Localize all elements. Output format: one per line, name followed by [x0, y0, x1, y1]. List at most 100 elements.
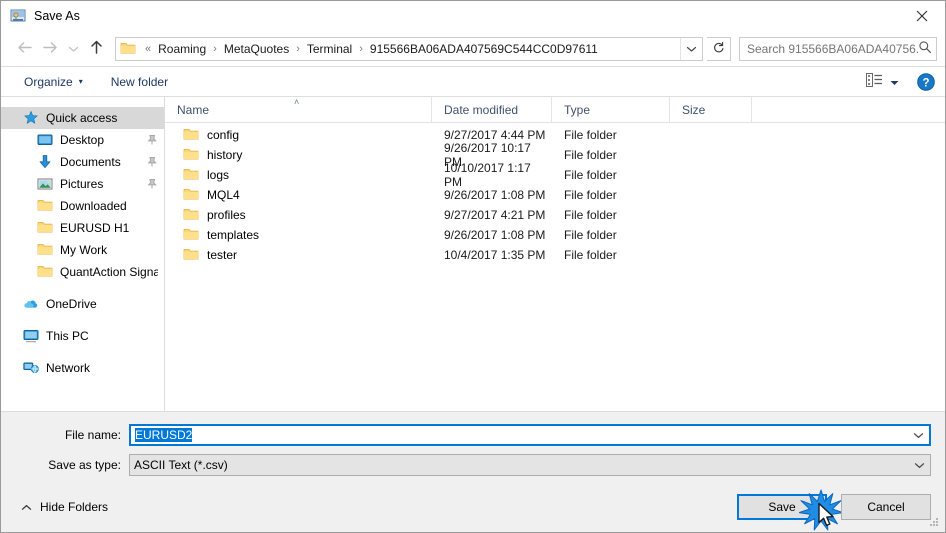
save-as-type-dropdown-button[interactable] — [908, 455, 930, 475]
sidebar-item-network[interactable]: Network — [1, 357, 164, 379]
folder-icon — [183, 187, 199, 203]
documents-icon — [37, 154, 53, 170]
hide-folders-button[interactable]: Hide Folders — [15, 500, 108, 514]
title-bar: Save As — [1, 1, 945, 31]
breadcrumb-segment-roaming[interactable]: Roaming — [156, 40, 208, 58]
file-type-cell: File folder — [564, 128, 617, 142]
sidebar-item-downloaded[interactable]: Downloaded — [1, 195, 164, 217]
file-name-cell: profiles — [165, 207, 432, 223]
file-type-cell: File folder — [564, 248, 617, 262]
folder-icon — [183, 147, 199, 163]
sidebar-item-desktop[interactable]: Desktop — [1, 129, 164, 151]
chevron-down-icon: ▾ — [78, 77, 83, 86]
forward-button[interactable] — [37, 36, 63, 62]
file-name-cell: history — [165, 147, 432, 163]
folder-icon — [37, 220, 53, 236]
change-view-button[interactable] — [862, 70, 903, 93]
help-button[interactable]: ? — [917, 72, 935, 94]
breadcrumb-segment-guid[interactable]: 915566BA06ADA407569C544CC0D97611 — [368, 40, 600, 58]
breadcrumb-dropdown-button[interactable] — [680, 37, 702, 60]
column-header-name[interactable]: ˄ Name — [165, 96, 432, 123]
column-header-size[interactable]: Size — [670, 96, 752, 123]
file-name-cell: templates — [165, 227, 432, 243]
cancel-button[interactable]: Cancel — [841, 494, 931, 520]
chevron-down-icon — [68, 42, 79, 56]
breadcrumb-prefix: « — [145, 42, 152, 55]
column-header-type[interactable]: Type — [552, 96, 670, 123]
file-name-combobox[interactable]: EURUSD2 — [129, 424, 931, 446]
sidebar-item-onedrive[interactable]: OneDrive — [1, 293, 164, 315]
breadcrumb-segment-terminal[interactable]: Terminal — [305, 40, 354, 58]
file-date-cell: 9/27/2017 4:44 PM — [444, 128, 546, 142]
table-row[interactable]: config 9/27/2017 4:44 PM File folder — [165, 125, 945, 145]
file-name-label: templates — [207, 228, 260, 242]
mouse-pointer-icon — [817, 502, 837, 530]
file-type-cell: File folder — [564, 148, 617, 162]
file-name-value-wrap: EURUSD2 — [135, 428, 907, 442]
nav-group-gap — [1, 315, 164, 325]
onedrive-icon — [23, 296, 39, 312]
file-name-label: config — [207, 128, 240, 142]
close-button[interactable] — [899, 1, 945, 31]
save-button[interactable]: Save — [737, 489, 844, 531]
pin-icon[interactable] — [146, 156, 158, 168]
search-box[interactable] — [739, 36, 937, 61]
search-input[interactable] — [747, 41, 918, 56]
main-area: Quick access Desktop Documents Pictures … — [1, 96, 945, 411]
table-row[interactable]: tester 10/4/2017 1:35 PM File folder — [165, 245, 945, 265]
file-name-cell: logs — [165, 167, 432, 183]
back-button[interactable] — [11, 36, 37, 62]
folder-icon — [183, 127, 199, 143]
sidebar-item-quick-access[interactable]: Quick access — [1, 107, 164, 129]
folder-icon — [183, 227, 199, 243]
file-name-input[interactable]: EURUSD2 — [135, 428, 193, 442]
new-folder-label: New folder — [110, 74, 169, 89]
sidebar-item-eurusd-h1[interactable]: EURUSD H1 — [1, 217, 164, 239]
table-row[interactable]: MQL4 9/26/2017 1:08 PM File folder — [165, 185, 945, 205]
table-row[interactable]: templates 9/26/2017 1:08 PM File folder — [165, 225, 945, 245]
organize-button[interactable]: Organize ▾ — [17, 72, 90, 92]
pin-icon[interactable] — [146, 178, 158, 190]
sidebar-item-pictures[interactable]: Pictures — [1, 173, 164, 195]
sidebar-item-this-pc[interactable]: This PC — [1, 325, 164, 347]
this-pc-icon — [23, 328, 39, 344]
file-date-cell: 9/27/2017 4:21 PM — [444, 208, 546, 222]
recent-locations-button[interactable] — [63, 36, 83, 62]
view-layout-icon — [866, 73, 883, 90]
chevron-down-icon — [890, 75, 899, 89]
breadcrumb-segment-metaquotes[interactable]: MetaQuotes — [222, 40, 291, 58]
refresh-button[interactable] — [707, 36, 731, 61]
sidebar-item-my-work[interactable]: My Work — [1, 239, 164, 261]
table-row[interactable]: profiles 9/27/2017 4:21 PM File folder — [165, 205, 945, 225]
file-rows: config 9/27/2017 4:44 PM File folder his… — [165, 123, 945, 411]
sidebar-item-documents[interactable]: Documents — [1, 151, 164, 173]
help-icon: ? — [917, 72, 935, 94]
folder-icon — [37, 198, 53, 214]
file-name-label: logs — [207, 168, 230, 182]
column-header-date-modified[interactable]: Date modified — [432, 96, 552, 123]
star-icon — [23, 110, 39, 126]
svg-text:?: ? — [922, 77, 929, 89]
up-button[interactable] — [83, 36, 109, 62]
table-row[interactable]: history 9/26/2017 10:17 PM File folder — [165, 141, 945, 169]
resize-grip-icon[interactable] — [928, 516, 940, 528]
sidebar-item-label: My Work — [60, 243, 108, 257]
breadcrumb-separator: › — [359, 42, 363, 55]
window-title: Save As — [34, 9, 80, 23]
save-as-type-value: ASCII Text (*.csv) — [134, 458, 228, 472]
save-as-type-combobox[interactable]: ASCII Text (*.csv) — [129, 454, 931, 476]
breadcrumb[interactable]: « Roaming › MetaQuotes › Terminal › 9155… — [115, 36, 703, 61]
sidebar-item-label: Desktop — [60, 133, 105, 147]
pin-icon[interactable] — [146, 134, 158, 146]
file-date-cell: 10/10/2017 1:17 PM — [444, 161, 531, 189]
sidebar-item-quantaction-signal[interactable]: QuantAction Signal — [1, 261, 164, 283]
arrow-right-icon — [42, 40, 59, 58]
save-form: File name: EURUSD2 Save as type: ASCII T… — [1, 411, 945, 484]
new-folder-button[interactable]: New folder — [104, 72, 175, 92]
command-bar: Organize ▾ New folder ? — [1, 67, 945, 97]
file-name-dropdown-button[interactable] — [907, 426, 929, 444]
table-row[interactable]: logs 10/10/2017 1:17 PM File folder — [165, 161, 945, 189]
file-type-cell: File folder — [564, 208, 617, 222]
chevron-down-icon — [914, 458, 925, 472]
search-icon — [918, 40, 932, 57]
